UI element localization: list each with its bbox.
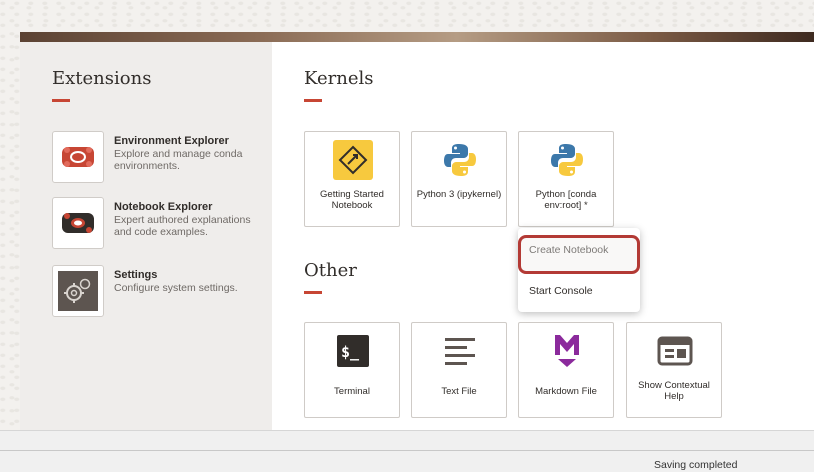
status-text: Saving completed <box>654 459 738 471</box>
notebook-explorer-icon <box>52 197 104 249</box>
python-icon <box>547 140 587 180</box>
header-banner <box>20 32 814 42</box>
getting-started-icon <box>333 140 373 180</box>
extension-description: Configure system settings. <box>114 282 238 294</box>
extension-settings[interactable]: Settings Configure system settings. <box>52 265 262 317</box>
kernels-accent <box>304 99 322 102</box>
extension-name: Settings <box>114 269 158 281</box>
environment-explorer-icon <box>52 131 104 183</box>
menu-item-start-console[interactable]: Start Console <box>518 276 640 306</box>
other-tile-contextual-help[interactable]: Show Contextual Help <box>626 322 722 418</box>
extension-name: Notebook Explorer <box>114 201 213 213</box>
other-title: Other <box>304 260 357 281</box>
tile-label: Terminal <box>334 386 370 397</box>
extensions-title: Extensions <box>52 68 152 89</box>
contextual-help-icon <box>655 331 695 371</box>
gear-icon <box>52 265 104 317</box>
kernel-tile-python-conda-root[interactable]: Python [conda env:root] * <box>518 131 614 227</box>
other-tile-terminal[interactable]: $_ Terminal <box>304 322 400 418</box>
extension-description: Expert authored explanations and code ex… <box>114 214 251 238</box>
tile-label: Python 3 (ipykernel) <box>416 189 502 200</box>
other-accent <box>304 291 322 294</box>
kernel-tile-python3[interactable]: Python 3 (ipykernel) <box>411 131 507 227</box>
create-notebook-highlight <box>518 235 640 274</box>
other-tile-text-file[interactable]: Text File <box>411 322 507 418</box>
tile-label: Getting Started Notebook <box>320 189 384 211</box>
terminal-icon: $_ <box>333 331 373 371</box>
tile-label: Markdown File <box>535 386 597 397</box>
python-icon <box>440 140 480 180</box>
extensions-accent <box>52 99 70 102</box>
svg-text:$_: $_ <box>341 343 360 361</box>
tile-label: Text File <box>441 386 477 397</box>
extension-name: Environment Explorer <box>114 135 229 147</box>
other-tile-markdown-file[interactable]: Markdown File <box>518 322 614 418</box>
text-file-icon <box>440 331 480 371</box>
kernel-tile-getting-started[interactable]: Getting Started Notebook <box>304 131 400 227</box>
tile-label: Show Contextual Help <box>638 380 710 402</box>
extension-notebook-explorer[interactable]: Notebook Explorer Expert authored explan… <box>52 197 262 249</box>
tile-label: Python [conda env:root] * <box>535 189 597 211</box>
kernels-title: Kernels <box>304 68 374 89</box>
extension-environment-explorer[interactable]: Environment Explorer Explore and manage … <box>52 131 262 183</box>
extension-description: Explore and manage conda environments. <box>114 148 243 172</box>
status-bar: Saving completed <box>0 450 814 472</box>
toolbar-strip <box>0 430 814 450</box>
markdown-icon <box>547 331 587 371</box>
